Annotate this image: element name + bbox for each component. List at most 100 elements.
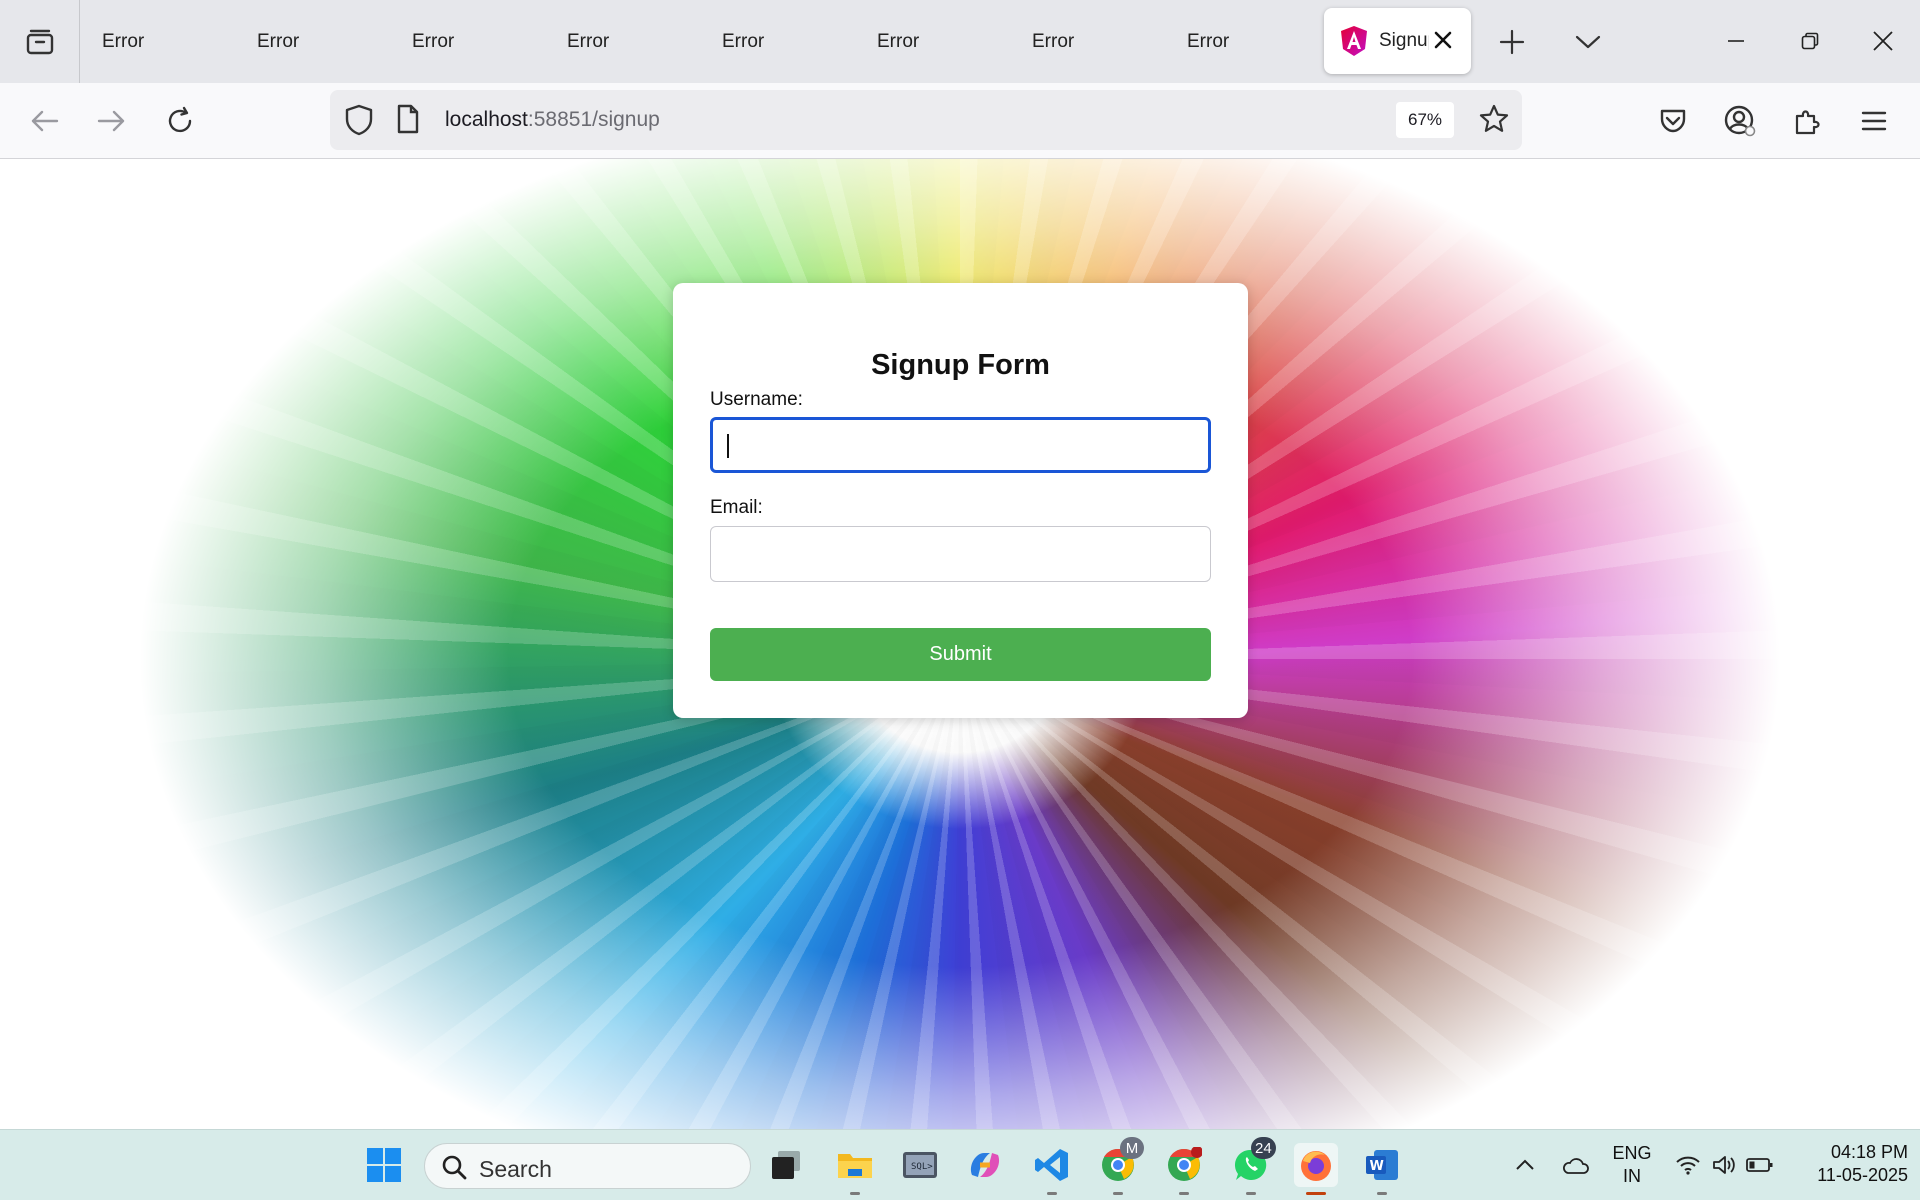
chrome-second-profile-button[interactable]	[1162, 1143, 1206, 1195]
windows-logo-icon	[367, 1148, 401, 1182]
search-placeholder: Search	[479, 1156, 552, 1182]
extensions-button[interactable]	[1788, 101, 1828, 141]
form-title: Signup Form	[871, 349, 1050, 381]
running-indicator	[1179, 1192, 1189, 1195]
tab-error[interactable]: Error	[1165, 0, 1320, 83]
file-explorer-button[interactable]	[833, 1143, 877, 1195]
profile-badge: M	[1120, 1137, 1144, 1159]
tab-signup-active[interactable]: Signup	[1324, 8, 1471, 74]
chevron-up-icon	[1516, 1159, 1534, 1170]
tab-error[interactable]: Error	[80, 0, 235, 83]
running-indicator	[1047, 1192, 1057, 1195]
sql-terminal-icon: SQL>	[903, 1152, 937, 1178]
url-path: :58851/signup	[527, 108, 660, 131]
input-language-indicator[interactable]: ENG IN	[1604, 1142, 1660, 1188]
tab-label: Error	[722, 30, 765, 52]
show-hidden-icons-button[interactable]	[1504, 1143, 1546, 1187]
back-button[interactable]	[24, 101, 64, 141]
bookmark-star-icon[interactable]	[1478, 103, 1510, 140]
firefox-button[interactable]	[1294, 1143, 1338, 1195]
chrome-icon	[1168, 1147, 1202, 1181]
tracking-protection-shield-icon[interactable]	[344, 104, 374, 141]
tab-label: Error	[877, 30, 920, 52]
tab-strip: Error Error Error Error Error Error Erro…	[0, 0, 1920, 83]
tab-overview-button[interactable]	[0, 0, 80, 83]
clock-date: 11-05-2025	[1817, 1165, 1908, 1185]
minimize-icon	[1728, 40, 1744, 42]
plus-icon	[1499, 29, 1525, 55]
username-input[interactable]	[710, 417, 1211, 473]
clock[interactable]: 04:18 PM 11-05-2025	[1784, 1141, 1908, 1187]
reload-button[interactable]	[160, 101, 200, 141]
sql-tool-button[interactable]: SQL>	[898, 1143, 942, 1187]
tab-label: Error	[567, 30, 610, 52]
word-icon: W	[1366, 1150, 1398, 1180]
application-menu-button[interactable]	[1854, 101, 1894, 141]
running-indicator	[1113, 1192, 1123, 1195]
tab-error[interactable]: Error	[1010, 0, 1165, 83]
page-viewport: Signup Form Username: Email: Submit	[0, 159, 1920, 1129]
text-caret	[727, 434, 729, 458]
svg-text:SQL>: SQL>	[911, 1162, 933, 1172]
address-bar[interactable]: localhost:58851/signup 67%	[330, 90, 1522, 150]
running-indicator	[850, 1192, 860, 1195]
task-view-button[interactable]	[764, 1143, 808, 1187]
tab-label: Error	[1032, 30, 1075, 52]
navigation-toolbar: localhost:58851/signup 67%	[0, 83, 1920, 159]
word-button[interactable]: W	[1360, 1143, 1404, 1195]
vscode-button[interactable]	[1030, 1143, 1074, 1195]
tab-label: Error	[102, 30, 145, 52]
tab-error[interactable]: Error	[700, 0, 855, 83]
active-indicator	[1306, 1192, 1326, 1195]
copilot-button[interactable]	[963, 1143, 1007, 1187]
task-view-icon	[772, 1151, 800, 1179]
close-icon	[1434, 31, 1452, 49]
email-input[interactable]	[710, 526, 1211, 582]
vscode-icon	[1035, 1149, 1068, 1181]
restore-icon	[1801, 32, 1819, 50]
close-icon	[1873, 31, 1893, 51]
list-all-tabs-button[interactable]	[1570, 24, 1606, 60]
signup-form-card: Signup Form Username: Email: Submit	[673, 283, 1248, 718]
hamburger-menu-icon	[1861, 111, 1887, 131]
username-label: Username:	[710, 389, 803, 410]
arrow-left-icon	[31, 110, 59, 132]
arrow-right-icon	[97, 110, 125, 132]
region-code: IN	[1623, 1166, 1641, 1186]
taskbar-search-box[interactable]: Search	[424, 1143, 751, 1189]
new-tab-button[interactable]	[1494, 24, 1530, 60]
url-text[interactable]: localhost:58851/signup	[445, 108, 660, 132]
zoom-indicator[interactable]: 67%	[1396, 102, 1454, 138]
running-indicator	[1377, 1192, 1387, 1195]
tab-error[interactable]: Error	[545, 0, 700, 83]
forward-button[interactable]	[92, 101, 132, 141]
language-code: ENG	[1612, 1143, 1652, 1163]
tab-close-button[interactable]	[1433, 30, 1453, 55]
onedrive-button[interactable]	[1554, 1143, 1596, 1187]
volume-status[interactable]	[1704, 1143, 1744, 1187]
tab-error[interactable]: Error	[235, 0, 390, 83]
tab-label: Error	[1187, 30, 1230, 52]
unread-count-badge: 24	[1251, 1137, 1276, 1159]
battery-status[interactable]	[1740, 1143, 1780, 1187]
angular-favicon-icon	[1341, 26, 1367, 56]
restore-button[interactable]	[1785, 18, 1835, 64]
page-info-icon[interactable]	[396, 104, 420, 139]
pocket-icon	[1660, 109, 1686, 133]
minimize-button[interactable]	[1711, 18, 1761, 64]
tab-error[interactable]: Error	[855, 0, 1010, 83]
tab-error[interactable]: Error	[390, 0, 545, 83]
close-window-button[interactable]	[1858, 18, 1908, 64]
submit-button[interactable]: Submit	[710, 628, 1211, 681]
account-icon	[1724, 105, 1756, 137]
url-host: localhost	[445, 108, 528, 131]
whatsapp-button[interactable]: 24	[1229, 1137, 1276, 1195]
wifi-status[interactable]	[1668, 1143, 1708, 1187]
windows-taskbar: Search SQL> M 24 W ENG IN 04:18 PM 11-05…	[0, 1129, 1920, 1200]
pocket-button[interactable]	[1653, 101, 1693, 141]
start-button[interactable]	[362, 1143, 406, 1187]
wifi-icon	[1676, 1156, 1700, 1175]
battery-icon	[1746, 1158, 1773, 1172]
account-button[interactable]	[1720, 101, 1760, 141]
chrome-profile-button[interactable]: M	[1096, 1137, 1144, 1195]
